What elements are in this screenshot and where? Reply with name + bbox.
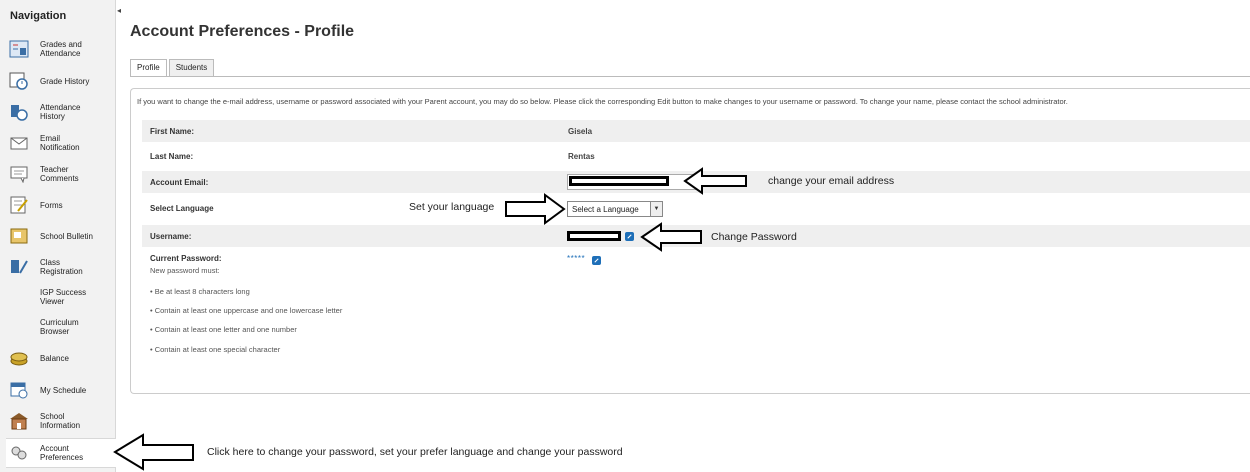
tab-students[interactable]: Students	[168, 59, 215, 76]
password-requirement: • Contain at least one letter and one nu…	[150, 325, 297, 334]
chevron-down-icon[interactable]: ▼	[650, 202, 662, 216]
annotation-arrow-language	[505, 193, 566, 225]
sidebar-collapse-icon[interactable]: ◂	[117, 7, 121, 17]
password-requirement: • Contain at least one special character	[150, 345, 281, 354]
select-language-row: Select Language	[142, 197, 1250, 219]
account-preferences-icon	[8, 442, 30, 464]
sidebar-item-my-schedule[interactable]: My Schedule	[8, 379, 116, 401]
password-requirement: • Be at least 8 characters long	[150, 287, 250, 296]
last-name-row: Last Name: Rentas	[142, 145, 1250, 167]
sidebar-item-class-registration[interactable]: Class Registration	[8, 256, 116, 278]
navigation-title: Navigation	[10, 10, 67, 22]
page-title: Account Preferences - Profile	[130, 23, 355, 40]
forms-icon	[8, 194, 30, 216]
bulletin-icon	[8, 225, 30, 247]
first-name-label: First Name:	[150, 126, 195, 136]
first-name-row: First Name: Gisela	[142, 120, 1250, 142]
username-label: Username:	[150, 231, 192, 241]
sidebar-item-grades-attendance[interactable]: Grades and Attendance	[8, 38, 116, 60]
annotation-arrow-email	[683, 167, 747, 195]
language-select[interactable]: Select a Language ▼	[567, 201, 663, 217]
sidebar-item-curriculum-browser[interactable]: Curriculum Browser	[8, 318, 116, 336]
attendance-history-icon	[8, 101, 30, 123]
sidebar-item-grade-history[interactable]: Grade History	[8, 70, 116, 92]
annotation-password: Change Password	[711, 231, 797, 243]
tab-profile[interactable]: Profile	[130, 59, 167, 76]
sidebar-item-school-bulletin[interactable]: School Bulletin	[8, 225, 116, 247]
annotation-arrow-password	[640, 222, 702, 252]
annotation-arrow-sidebar	[113, 433, 194, 471]
balance-icon	[8, 347, 30, 369]
new-password-intro: New password must:	[150, 266, 220, 275]
sidebar-item-email-notification[interactable]: Email Notification	[8, 132, 116, 154]
sidebar-item-forms[interactable]: Forms	[8, 194, 116, 216]
edit-username-icon[interactable]	[625, 232, 634, 241]
school-icon	[8, 410, 30, 432]
comments-icon	[8, 163, 30, 185]
annotation-email: change your email address	[768, 175, 895, 187]
sidebar-item-account-preferences[interactable]: Account Preferences	[6, 438, 116, 468]
grade-history-icon	[8, 70, 30, 92]
grades-icon	[8, 38, 30, 60]
current-password-label: Current Password:	[150, 254, 222, 263]
first-name-value: Gisela	[568, 126, 593, 136]
last-name-label: Last Name:	[150, 151, 194, 161]
class-registration-icon	[8, 256, 30, 278]
sidebar-item-igp-success-viewer[interactable]: IGP Success Viewer	[8, 288, 116, 306]
redacted-email	[569, 176, 669, 186]
language-select-value: Select a Language	[572, 204, 639, 214]
schedule-icon	[8, 379, 30, 401]
account-email-label: Account Email:	[150, 177, 209, 187]
tab-bar: Profile Students	[130, 59, 216, 76]
intro-text: If you want to change the e-mail address…	[137, 97, 1068, 106]
tab-divider	[130, 76, 1250, 77]
sidebar-item-teacher-comments[interactable]: Teacher Comments	[8, 163, 116, 185]
annotation-language: Set your language	[409, 201, 495, 213]
sidebar-item-school-information[interactable]: School Information	[8, 410, 116, 432]
sidebar-item-attendance-history[interactable]: Attendance History	[8, 101, 116, 123]
redacted-username	[567, 231, 621, 241]
last-name-value: Rentas	[568, 151, 595, 161]
email-icon	[8, 132, 30, 154]
password-mask: *****	[567, 254, 586, 263]
password-requirement: • Contain at least one uppercase and one…	[150, 306, 343, 315]
annotation-sidebar: Click here to change your password, set …	[207, 446, 623, 458]
edit-password-icon[interactable]	[592, 256, 601, 265]
sidebar-item-balance[interactable]: Balance	[8, 347, 116, 369]
